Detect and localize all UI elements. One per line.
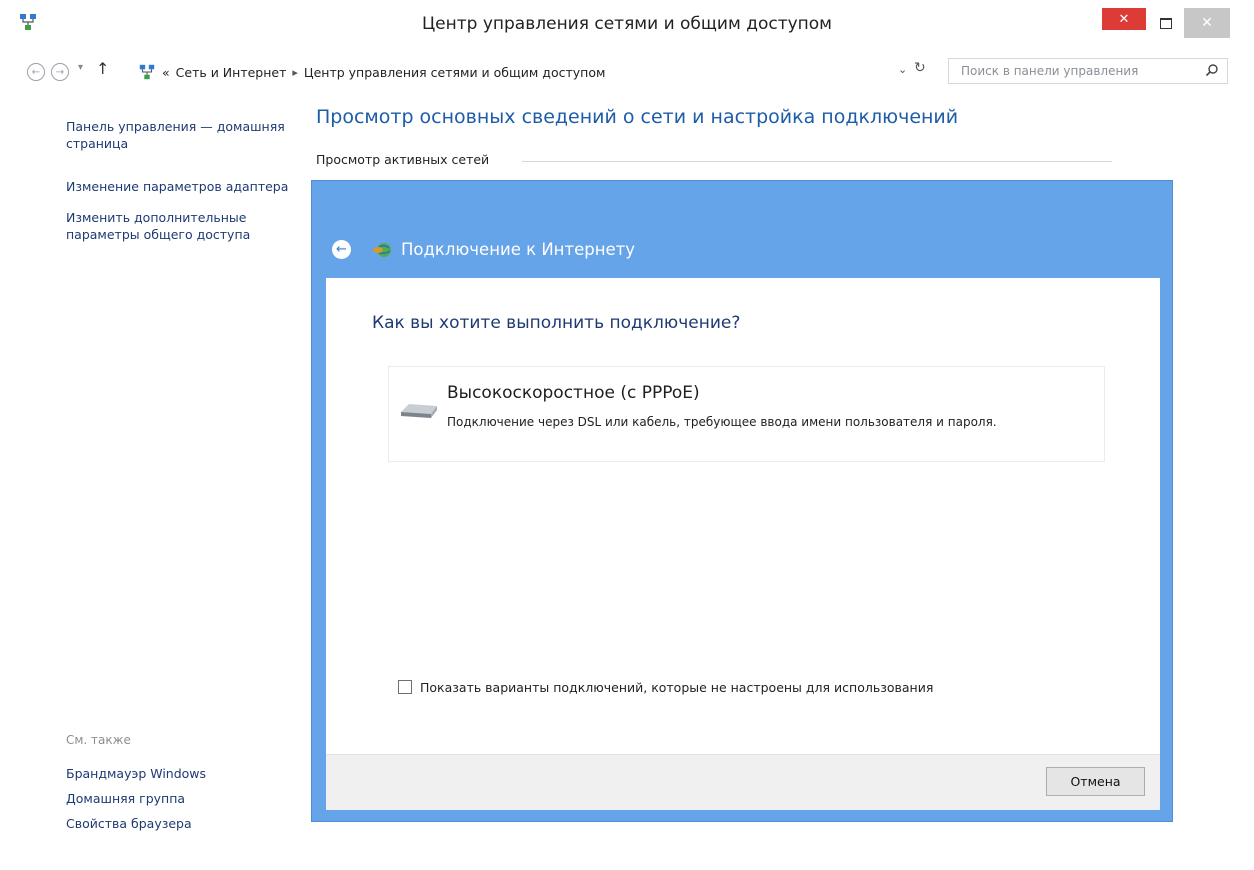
maximize-button[interactable] — [1152, 8, 1180, 38]
dialog-question: Как вы хотите выполнить подключение? — [372, 313, 741, 333]
see-also-firewall-link[interactable]: Брандмауэр Windows — [66, 765, 206, 782]
see-also-list: Брандмауэр Windows Домашняя группа Свойс… — [66, 765, 206, 840]
dialog-back-button[interactable]: ← — [332, 240, 351, 259]
recent-locations-button[interactable]: ▾ — [78, 62, 83, 73]
breadcrumb[interactable]: « Сеть и Интернет ▸ Центр управления сет… — [138, 62, 904, 82]
broadband-modem-icon — [401, 404, 437, 418]
breadcrumb-separator-icon[interactable]: ▸ — [292, 66, 298, 79]
sidebar-item-adapter-settings[interactable]: Изменение параметров адаптера — [66, 178, 296, 195]
checkbox-label[interactable]: Показать варианты подключений, которые н… — [420, 680, 933, 695]
section-divider — [522, 161, 1112, 162]
close-icon: ✕ — [1118, 11, 1130, 27]
breadcrumb-item[interactable]: Сеть и Интернет — [176, 65, 287, 80]
close-button[interactable]: ✕ — [1184, 8, 1230, 38]
option-description: Подключение через DSL или кабель, требую… — [447, 415, 997, 429]
refresh-icon[interactable]: ↻ — [914, 60, 926, 76]
search-placeholder: Поиск в панели управления — [961, 64, 1139, 78]
search-input[interactable]: Поиск в панели управления — [948, 58, 1228, 84]
sidebar-item-sharing-settings[interactable]: Изменить дополнительные параметры общего… — [66, 209, 296, 243]
see-also-homegroup-link[interactable]: Домашняя группа — [66, 790, 206, 807]
option-broadband-pppoe[interactable]: Высокоскоростное (с PPPoE) Подключение ч… — [388, 366, 1105, 462]
page-title: Просмотр основных сведений о сети и наст… — [316, 106, 959, 128]
dialog-close-button[interactable]: ✕ — [1102, 8, 1146, 30]
sidebar: Панель управления — домашняя страница Из… — [66, 118, 296, 257]
dialog-footer — [326, 754, 1160, 810]
sidebar-item-home[interactable]: Панель управления — домашняя страница — [66, 118, 296, 152]
network-center-icon — [139, 64, 155, 80]
back-arrow-icon: ← — [336, 242, 347, 257]
dialog-title: Подключение к Интернету — [401, 240, 636, 259]
see-also-browser-properties-link[interactable]: Свойства браузера — [66, 815, 206, 832]
internet-connection-icon — [373, 243, 391, 257]
forward-arrow-icon[interactable]: → — [51, 63, 69, 81]
option-title: Высокоскоростное (с PPPoE) — [447, 383, 700, 403]
breadcrumb-item[interactable]: Центр управления сетями и общим доступом — [304, 65, 606, 80]
see-also-heading: См. также — [66, 733, 131, 747]
up-arrow-icon[interactable]: ↑ — [96, 59, 109, 78]
address-bar-row: ← → ▾ ↑ « Сеть и Интернет ▸ Центр управл… — [0, 54, 1254, 88]
dialog-maximize-button[interactable] — [1066, 8, 1086, 30]
search-icon[interactable] — [1205, 63, 1219, 77]
cancel-button[interactable]: Отмена — [1046, 767, 1145, 796]
dialog-minimize-button[interactable] — [1040, 8, 1060, 30]
address-dropdown-icon[interactable]: ⌄ — [898, 63, 907, 76]
breadcrumb-overflow[interactable]: « — [162, 65, 170, 80]
back-arrow-icon[interactable]: ← — [27, 63, 45, 81]
close-icon: ✕ — [1201, 15, 1213, 31]
section-active-networks: Просмотр активных сетей — [316, 152, 490, 167]
show-unconfigured-checkbox[interactable] — [398, 680, 412, 694]
